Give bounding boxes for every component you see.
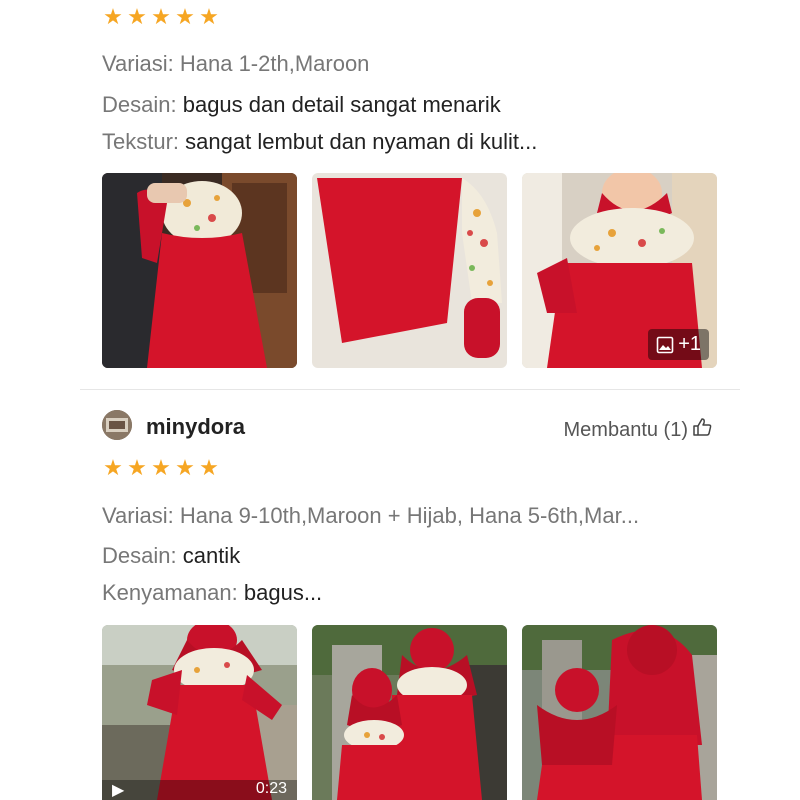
image-gallery-icon xyxy=(656,336,674,354)
video-duration-bar: ▶ 0:23 xyxy=(102,780,297,800)
star-icon: ★ xyxy=(175,4,195,29)
review1-photo-3[interactable]: +1 xyxy=(522,173,717,368)
star-icon: ★ xyxy=(151,4,171,29)
review-divider xyxy=(80,389,740,390)
review1-rating: ★ ★ ★ ★ ★ xyxy=(102,6,220,28)
star-icon: ★ xyxy=(103,455,123,480)
review2-photo-2[interactable] xyxy=(312,625,507,800)
review1-variation: Variasi: Hana 1-2th,Maroon xyxy=(102,51,370,76)
review2-video[interactable]: ▶ 0:23 xyxy=(102,625,297,800)
helpful-button[interactable]: Membantu (1) xyxy=(564,417,713,443)
review2-rating: ★ ★ ★ ★ ★ xyxy=(102,457,220,479)
review1-texture: Tekstur: sangat lembut dan nyaman di kul… xyxy=(102,129,538,154)
review2-photo-3[interactable] xyxy=(522,625,717,800)
star-icon: ★ xyxy=(127,4,147,29)
video-duration: 0:23 xyxy=(255,780,287,797)
star-icon: ★ xyxy=(151,455,171,480)
review2-comfort: Kenyamanan: bagus... xyxy=(102,580,323,605)
star-icon: ★ xyxy=(103,4,123,29)
review2-variation: Variasi: Hana 9-10th,Maroon + Hijab, Han… xyxy=(102,503,640,528)
star-icon: ★ xyxy=(127,455,147,480)
review1-design: Desain: bagus dan detail sangat menarik xyxy=(102,92,501,117)
review1-photo-2[interactable] xyxy=(312,173,507,368)
star-icon: ★ xyxy=(175,455,195,480)
avatar[interactable] xyxy=(102,410,132,440)
thumbs-up-icon xyxy=(692,417,712,443)
review2-design: Desain: cantik xyxy=(102,543,241,568)
more-photos-badge[interactable]: +1 xyxy=(648,329,709,360)
star-icon: ★ xyxy=(199,4,219,29)
reviewer-username[interactable]: minydora xyxy=(146,414,245,440)
review1-photo-1[interactable] xyxy=(102,173,297,368)
star-icon: ★ xyxy=(199,455,219,480)
video-icon: ▶ xyxy=(112,782,125,799)
